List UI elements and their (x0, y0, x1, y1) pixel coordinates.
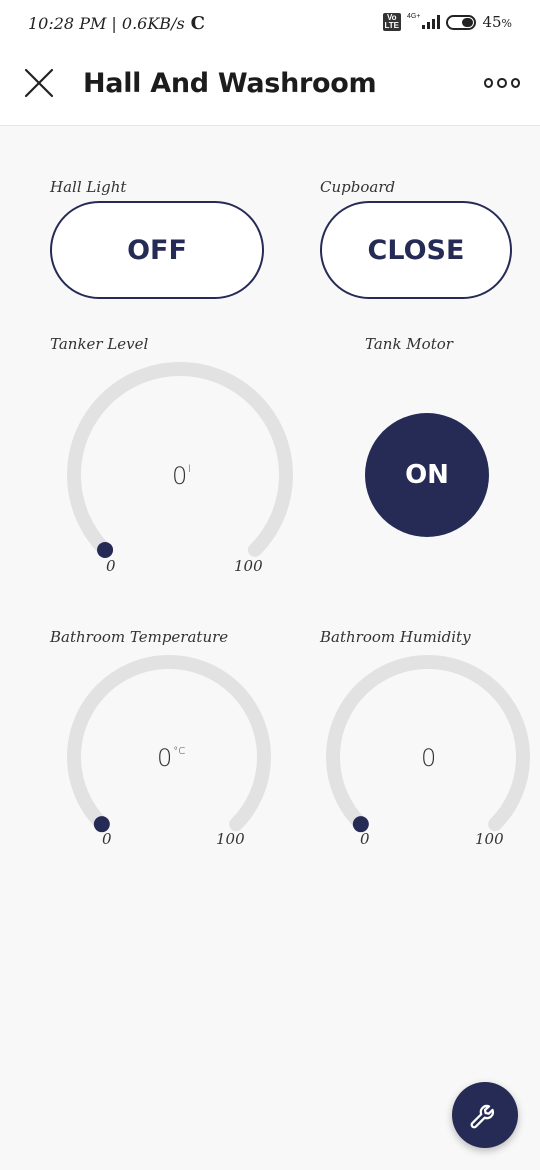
bathroom-humidity-value: 0 (421, 744, 437, 772)
volte-bottom-text: LTE (384, 21, 400, 30)
tank-motor-button[interactable]: ON (365, 413, 489, 537)
tank-motor-label: Tank Motor (365, 335, 453, 353)
gauge-knob[interactable] (97, 541, 114, 558)
gauge-track (67, 362, 293, 557)
tanker-level-unit: l (188, 464, 192, 475)
bathroom-temperature-gauge (67, 655, 271, 833)
bathroom-humidity-label: Bathroom Humidity (320, 628, 471, 646)
signal-icon (422, 15, 441, 29)
battery-icon (446, 14, 477, 30)
close-icon (24, 68, 54, 98)
tanker-level-gauge (67, 362, 293, 558)
more-options-button[interactable] (484, 76, 520, 90)
app-header: Hall And Washroom (0, 48, 540, 126)
network-type: 4G+ (407, 13, 421, 20)
bathroom-temperature-max: 100 (216, 830, 245, 848)
bathroom-temperature-label: Bathroom Temperature (50, 628, 229, 646)
hall-light-label: Hall Light (50, 178, 127, 196)
hall-light-toggle[interactable]: OFF (50, 201, 264, 299)
status-right: Vo LTE 4G+ 45% (382, 13, 512, 31)
settings-fab[interactable] (452, 1082, 518, 1148)
volte-icon: Vo LTE (382, 13, 402, 31)
battery-value: 45 (482, 13, 502, 31)
bathroom-temperature-number: 0 (157, 744, 173, 772)
sync-icon: C (190, 13, 205, 34)
bathroom-temperature-value: 0 °C (157, 744, 185, 772)
wrench-icon (470, 1104, 495, 1129)
bathroom-humidity-number: 0 (421, 744, 437, 772)
cupboard-toggle[interactable]: CLOSE (320, 201, 512, 299)
battery-unit: % (501, 17, 512, 30)
battery-percent: 45% (482, 13, 512, 31)
status-left: 10:28 PM | 0.6KB/s C (28, 13, 205, 34)
tanker-level-min: 0 (106, 557, 116, 575)
bathroom-temperature-unit: °C (173, 746, 186, 757)
tanker-level-label: Tanker Level (50, 335, 149, 353)
status-time-speed: 10:28 PM | 0.6KB/s (28, 14, 185, 33)
bathroom-humidity-max: 100 (475, 830, 504, 848)
bathroom-temperature-min: 0 (102, 830, 112, 848)
tanker-level-number: 0 (172, 462, 188, 490)
tanker-level-max: 100 (234, 557, 263, 575)
cupboard-label: Cupboard (320, 178, 396, 196)
tanker-level-value: 0l (172, 462, 191, 490)
bathroom-humidity-gauge (326, 655, 530, 833)
more-icon (484, 78, 494, 88)
status-bar: 10:28 PM | 0.6KB/s C Vo LTE 4G+ 45% (0, 0, 540, 48)
bathroom-humidity-min: 0 (360, 830, 370, 848)
page-title: Hall And Washroom (83, 68, 377, 99)
close-button[interactable] (22, 66, 56, 100)
